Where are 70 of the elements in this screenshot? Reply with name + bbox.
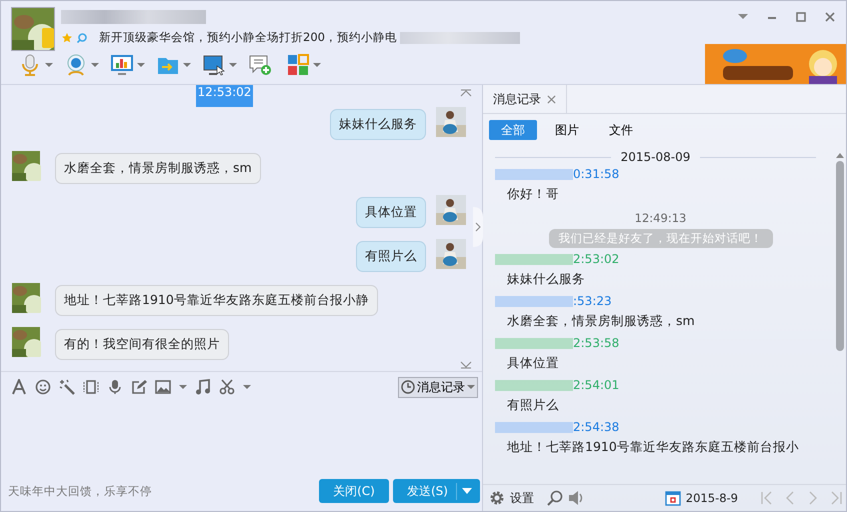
scroll-up-icon[interactable] [460,89,472,97]
scissors-icon[interactable] [219,379,235,395]
caret-icon [467,383,475,391]
message-bubble: 有的！我空间有很全的照片 [55,329,229,360]
filter-tab[interactable]: 图片 [543,120,591,140]
scrollbar-thumb[interactable] [836,161,844,351]
remote-screen-icon[interactable] [203,54,225,76]
caret-icon[interactable] [179,383,187,391]
date-heading: 2015-08-09 [620,150,690,164]
message-bubble: 具体位置 [356,197,426,228]
search-icon[interactable] [547,490,563,506]
caret-icon[interactable] [91,61,99,69]
new-chat-icon[interactable] [249,54,271,76]
image-icon[interactable] [155,379,171,395]
message-text: 水磨全套，情景房制服诱惑，sm [506,312,696,330]
caret-icon[interactable] [229,61,237,69]
message-time: 2:54:01 [573,378,620,392]
caret-icon[interactable] [45,61,53,69]
caret-icon[interactable] [313,61,321,69]
collapse-panel-icon[interactable] [473,207,483,247]
date-field[interactable]: 2015-8-9 [686,491,738,505]
settings-icon[interactable] [489,490,505,506]
font-icon[interactable] [11,379,27,395]
close-icon[interactable] [547,94,556,104]
message-time: 2:54:38 [573,420,620,434]
apps-icon[interactable] [287,54,309,76]
message-text: 你好！哥 [506,185,560,203]
speaker-icon[interactable] [568,490,584,506]
history-tab[interactable]: 消息记录 [483,85,567,113]
message-text: 地址！七莘路1910号靠近华友路东庭五楼前台报小 [506,438,800,456]
scroll-down-icon[interactable] [460,361,472,369]
message-time: 0:31:58 [573,167,620,181]
message-bubble: 地址！七莘路1910号靠近华友路东庭五楼前台报小静 [55,285,378,316]
system-time: 12:49:13 [634,211,686,225]
music-icon[interactable] [195,379,211,395]
signature-text: 新开顶级豪华会馆，预约小静全场打折200，预约小静电 [99,30,397,45]
microphone-icon[interactable] [19,54,41,76]
settings-label[interactable]: 设置 [510,490,534,506]
caret-icon[interactable] [183,61,191,69]
scroll-up-icon[interactable] [836,152,844,158]
close-icon[interactable] [824,11,836,23]
emoji-icon[interactable] [35,379,51,395]
message-time: :53:23 [573,294,612,308]
promo-text[interactable]: 天味年中大回馈，乐享不停 [8,484,152,498]
clock-icon [401,380,415,394]
magic-wand-icon[interactable] [59,379,75,395]
webcam-icon[interactable] [65,54,87,76]
message-bubble: 妹妹什么服务 [330,109,426,140]
system-message: 我们已经是好友了，现在开始对话吧！ [548,229,772,248]
history-button[interactable]: 消息记录 [398,376,478,398]
message-text: 有照片么 [506,396,560,414]
maximize-icon[interactable] [795,11,807,23]
star-icon [61,32,73,44]
caret-icon[interactable] [137,61,145,69]
edit-icon[interactable] [131,379,147,395]
screen-chart-icon[interactable] [111,54,133,76]
caret-icon[interactable] [462,487,472,495]
message-bubble: 有照片么 [356,241,426,272]
message-bubble: 水磨全套，情景房制服诱惑，sm [55,153,261,184]
microphone-icon[interactable] [107,379,123,395]
filter-tab[interactable]: 全部 [489,120,537,140]
time-marker: 12:53:02 [196,85,254,107]
message-time: 2:53:58 [573,336,620,350]
caret-icon[interactable] [243,383,251,391]
calendar-icon[interactable] [664,490,681,506]
filter-tab[interactable]: 文件 [597,120,645,140]
message-text: 具体位置 [506,354,560,372]
shake-icon[interactable] [83,379,99,395]
message-text: 妹妹什么服务 [506,270,586,288]
message-time: 2:53:02 [573,252,620,266]
